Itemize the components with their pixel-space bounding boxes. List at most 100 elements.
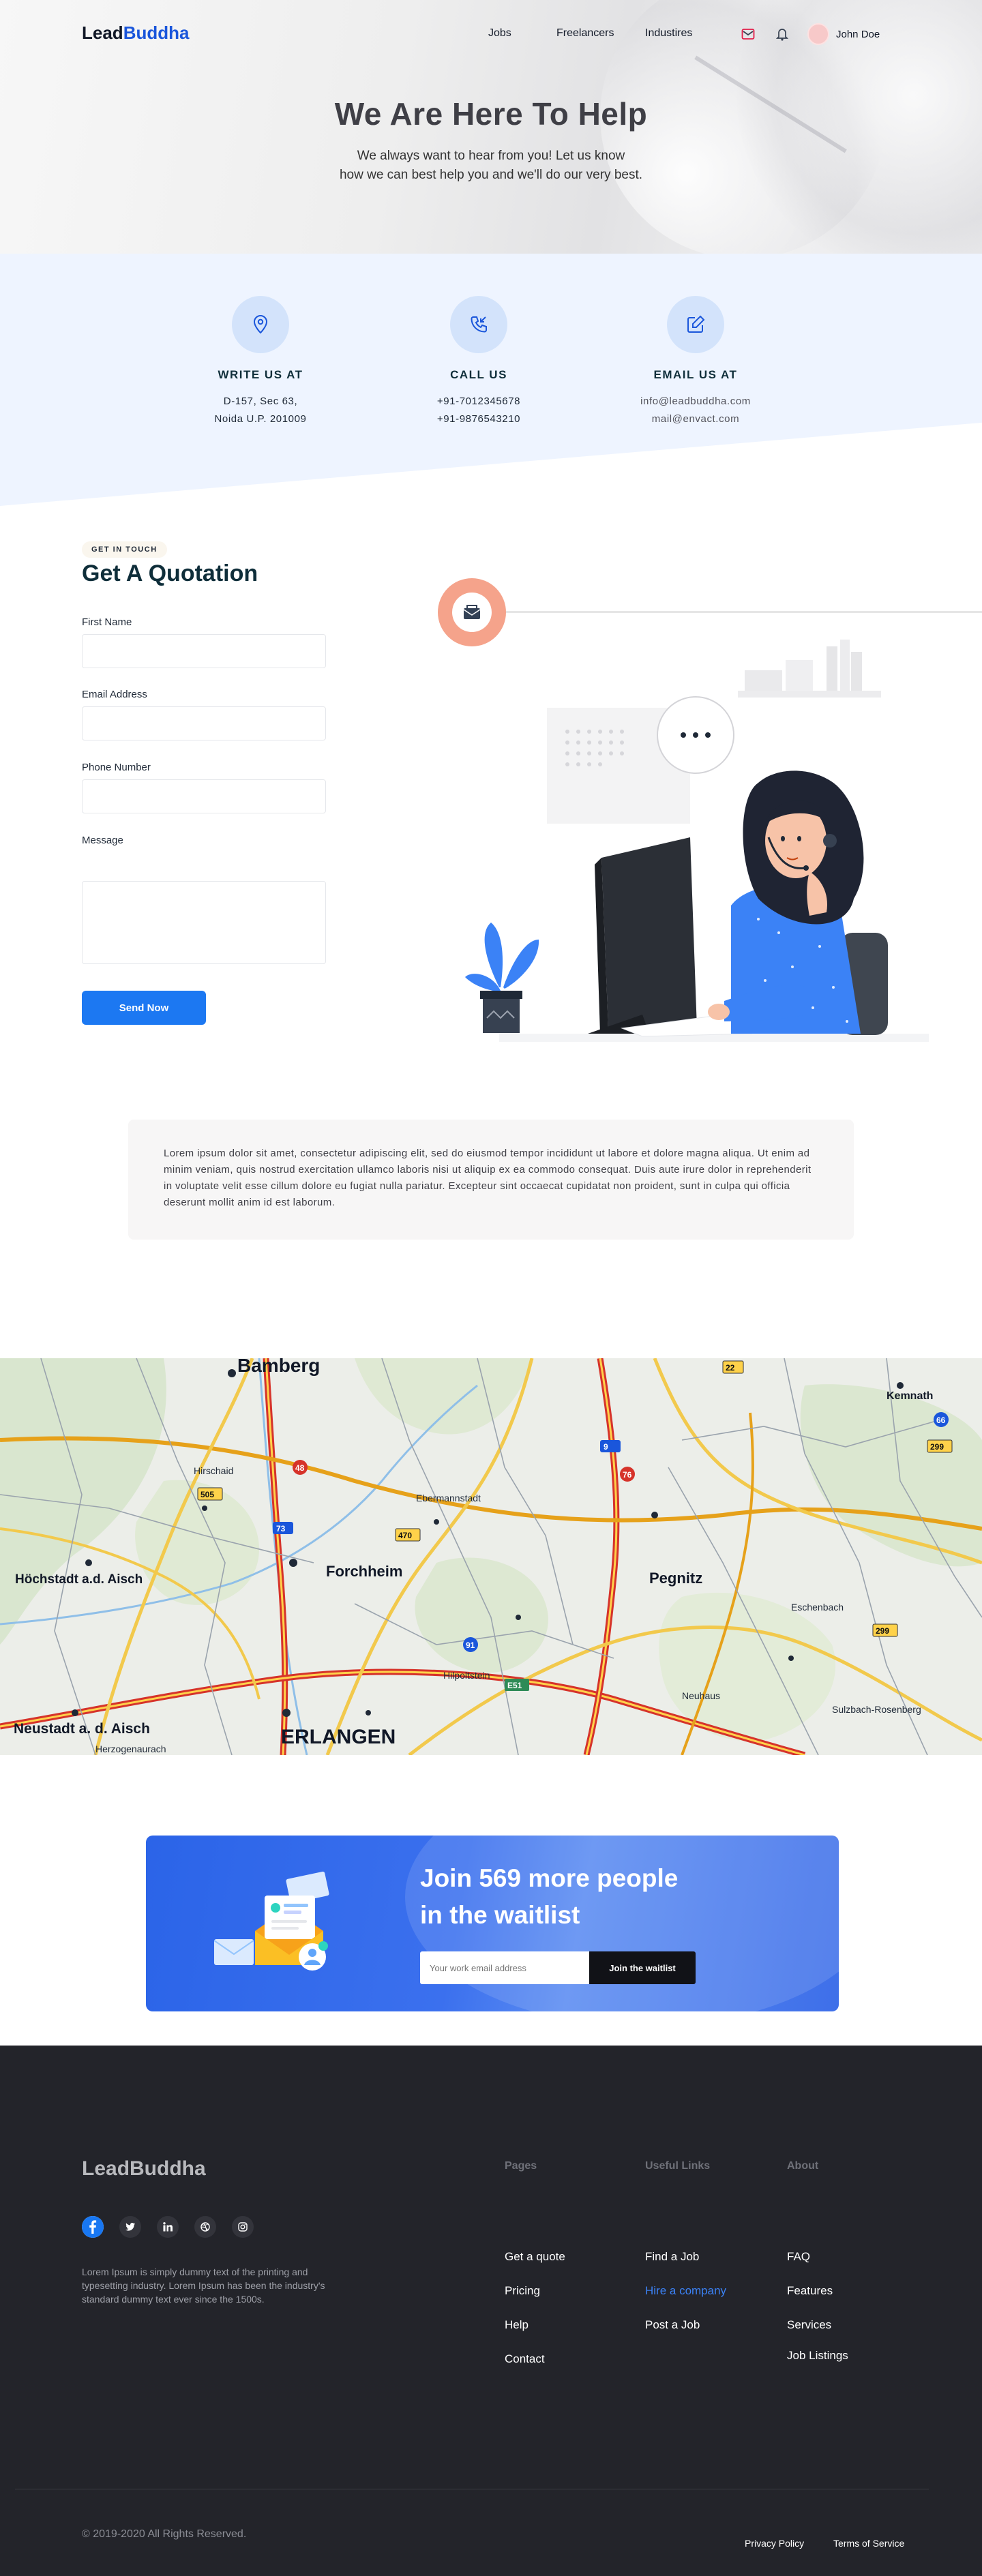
contact-info-section: WRITE US AT D-157, Sec 63, Noida U.P. 201…: [0, 254, 982, 506]
user-avatar[interactable]: [807, 23, 829, 45]
copyright-text: © 2019-2020 All Rights Reserved.: [82, 2528, 247, 2540]
twitter-icon[interactable]: [119, 2216, 141, 2238]
message-field[interactable]: [82, 881, 326, 964]
footer-link-find-a-job[interactable]: Find a Job: [645, 2250, 699, 2264]
mail-icon[interactable]: [739, 25, 757, 43]
svg-text:ERLANGEN: ERLANGEN: [281, 1726, 396, 1748]
footer-link-services[interactable]: Services: [787, 2318, 831, 2332]
footer-link-get-a-quote[interactable]: Get a quote: [505, 2250, 565, 2264]
privacy-policy-link[interactable]: Privacy Policy: [745, 2538, 804, 2549]
svg-text:Forchheim: Forchheim: [326, 1563, 402, 1580]
svg-text:66: 66: [936, 1416, 946, 1425]
footer-link-hire-a-company[interactable]: Hire a company: [645, 2284, 726, 2298]
contact-title: EMAIL US AT: [653, 368, 738, 381]
site-footer: LeadBuddha Lorem Ipsum is simply dummy t…: [0, 2046, 982, 2576]
svg-text:Neuhaus: Neuhaus: [682, 1690, 720, 1701]
svg-text:9: 9: [604, 1442, 608, 1452]
brand-logo[interactable]: LeadBuddha: [82, 23, 189, 44]
message-label: Message: [82, 835, 123, 846]
footer-link-help[interactable]: Help: [505, 2318, 529, 2332]
footer-logo[interactable]: LeadBuddha: [82, 2157, 206, 2181]
svg-text:505: 505: [200, 1490, 214, 1499]
svg-text:Hirschaid: Hirschaid: [194, 1465, 233, 1476]
footer-column-title: Pages: [505, 2160, 537, 2172]
hero-section: LeadBuddha Jobs Freelancers Industires J…: [0, 0, 982, 254]
support-agent-illustration: [438, 578, 982, 1069]
email-field[interactable]: [82, 706, 326, 740]
footer-link-job-listings[interactable]: Job Listings: [787, 2349, 848, 2363]
bell-icon[interactable]: [773, 25, 791, 43]
footer-description: Lorem Ipsum is simply dummy text of the …: [82, 2266, 325, 2305]
svg-text:Hilpoltstein: Hilpoltstein: [443, 1670, 490, 1681]
nav-link-jobs[interactable]: Jobs: [488, 27, 511, 40]
first-name-field[interactable]: [82, 634, 326, 668]
contact-call-us: CALL US +91-7012345678 +91-9876543210: [390, 296, 567, 428]
svg-text:Eschenbach: Eschenbach: [791, 1602, 844, 1613]
location-pin-icon: [232, 296, 289, 353]
footer-link-features[interactable]: Features: [787, 2284, 833, 2298]
contact-details: D-157, Sec 63, Noida U.P. 201009: [214, 395, 307, 425]
info-card: Lorem ipsum dolor sit amet, consectetur …: [128, 1120, 854, 1240]
phone-label: Phone Number: [82, 762, 151, 773]
svg-text:22: 22: [726, 1363, 735, 1373]
footer-link-faq[interactable]: FAQ: [787, 2250, 810, 2264]
email-label: Email Address: [82, 689, 147, 700]
nav-link-industries[interactable]: Industires: [645, 27, 692, 40]
footer-link-contact[interactable]: Contact: [505, 2352, 545, 2366]
svg-text:299: 299: [876, 1626, 889, 1636]
svg-text:76: 76: [623, 1470, 632, 1480]
envelope-illustration: [214, 1871, 329, 1971]
quotation-section: GET IN TOUCH Get A Quotation First Name …: [0, 506, 982, 1120]
page-title: We Are Here To Help: [334, 96, 648, 132]
svg-text:Höchstadt a.d. Aisch: Höchstadt a.d. Aisch: [15, 1572, 143, 1587]
terms-of-service-link[interactable]: Terms of Service: [833, 2538, 904, 2549]
join-waitlist-button[interactable]: Join the waitlist: [589, 1951, 696, 1984]
contact-email-us: EMAIL US AT info@leadbuddha.com mail@enva…: [607, 296, 784, 428]
waitlist-email-input[interactable]: [420, 1951, 589, 1984]
section-tag: GET IN TOUCH: [82, 541, 167, 558]
svg-text:470: 470: [398, 1531, 412, 1540]
quotation-title: Get A Quotation: [82, 560, 258, 586]
svg-text:Sulzbach-Rosenberg: Sulzbach-Rosenberg: [832, 1704, 921, 1715]
svg-text:Neustadt a. d. Aisch: Neustadt a. d. Aisch: [14, 1721, 150, 1737]
send-now-button[interactable]: Send Now: [82, 991, 206, 1025]
waitlist-banner: Join 569 more peoplein the waitlist Join…: [146, 1836, 839, 2011]
footer-link-post-a-job[interactable]: Post a Job: [645, 2318, 700, 2332]
top-navbar: LeadBuddha Jobs Freelancers Industires J…: [0, 0, 982, 65]
page-subtitle: We always want to hear from you! Let us …: [0, 147, 982, 185]
dribbble-icon[interactable]: [194, 2216, 216, 2238]
subtitle-line: We always want to hear from you! Let us …: [357, 149, 625, 163]
svg-text:299: 299: [930, 1442, 944, 1452]
linkedin-icon[interactable]: [157, 2216, 179, 2238]
svg-text:Ebermannstadt: Ebermannstadt: [416, 1493, 481, 1503]
footer-column-title: Useful Links: [645, 2160, 711, 2172]
instagram-icon[interactable]: [232, 2216, 254, 2238]
contact-details: +91-7012345678 +91-9876543210: [436, 395, 521, 425]
facebook-icon[interactable]: [82, 2216, 104, 2238]
svg-text:Herzogenaurach: Herzogenaurach: [95, 1743, 166, 1754]
user-name[interactable]: John Doe: [836, 29, 880, 40]
svg-text:Kemnath: Kemnath: [887, 1390, 933, 1402]
svg-text:91: 91: [466, 1641, 475, 1650]
phone-field[interactable]: [82, 779, 326, 813]
map-graphic: Bamberg Forchheim ERLANGEN Höchstadt a.d…: [0, 1358, 982, 1755]
svg-text:E51: E51: [507, 1681, 522, 1690]
waitlist-section: Join 569 more peoplein the waitlist Join…: [0, 1755, 982, 2046]
contact-write-us: WRITE US AT D-157, Sec 63, Noida U.P. 201…: [172, 296, 349, 428]
waitlist-title: Join 569 more people in the waitlist: [420, 1864, 679, 1929]
edit-box-icon: [667, 296, 724, 353]
agent-scene: [465, 640, 929, 1042]
subtitle-line: how we can best help you and we'll do ou…: [339, 168, 643, 182]
info-section: Lorem ipsum dolor sit amet, consectetur …: [0, 1120, 982, 1358]
contact-title: WRITE US AT: [218, 368, 303, 381]
location-map[interactable]: Bamberg Forchheim ERLANGEN Höchstadt a.d…: [0, 1358, 982, 1755]
social-links: [82, 2216, 269, 2238]
footer-link-pricing[interactable]: Pricing: [505, 2284, 540, 2298]
nav-link-freelancers[interactable]: Freelancers: [556, 27, 614, 40]
svg-text:Pegnitz: Pegnitz: [649, 1570, 702, 1587]
svg-text:48: 48: [295, 1463, 305, 1473]
phone-incoming-icon: [450, 296, 507, 353]
svg-text:73: 73: [276, 1524, 286, 1533]
contact-title: CALL US: [450, 368, 507, 381]
contact-details: info@leadbuddha.com mail@envact.com: [640, 395, 751, 425]
